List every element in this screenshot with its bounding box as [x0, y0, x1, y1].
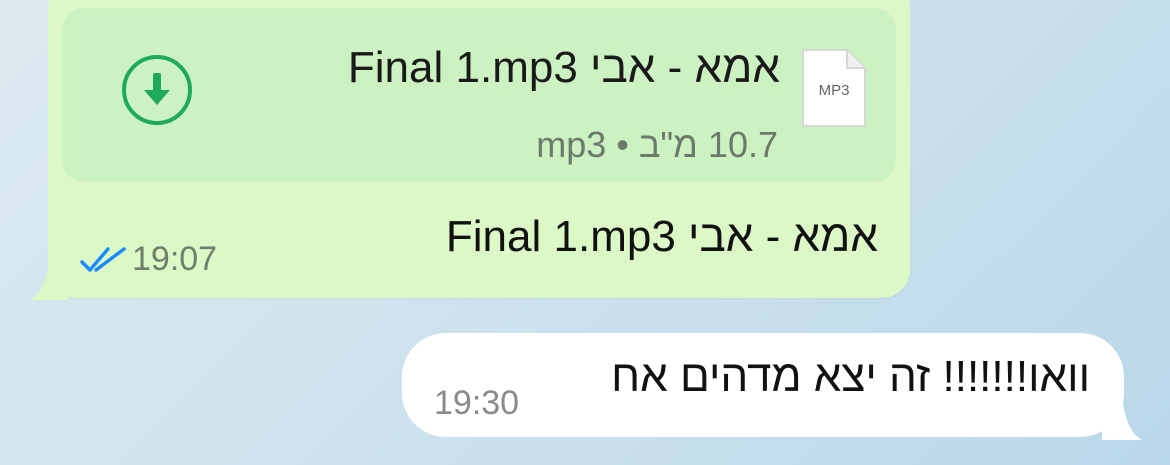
download-button[interactable] — [120, 53, 194, 127]
file-name: אמא - אבי Final 1.mp3 — [347, 43, 780, 92]
double-check-icon — [80, 247, 126, 272]
mp3-file-icon: MP3 — [802, 49, 866, 127]
incoming-timestamp: 19:30 — [434, 384, 520, 422]
message-timestamp: 19:07 — [132, 240, 218, 278]
file-size-meta: 10.7 מ"ב • mp3 — [536, 124, 778, 165]
download-icon — [122, 55, 192, 125]
outgoing-bubble-tail — [30, 270, 68, 300]
message-caption: אמא - אבי Final 1.mp3 — [445, 212, 878, 261]
incoming-message-text: וואו!!!!!!! זה יצא מדהים אח — [611, 352, 1090, 401]
file-type-label: MP3 — [819, 82, 850, 99]
incoming-bubble-tail — [1102, 396, 1142, 440]
